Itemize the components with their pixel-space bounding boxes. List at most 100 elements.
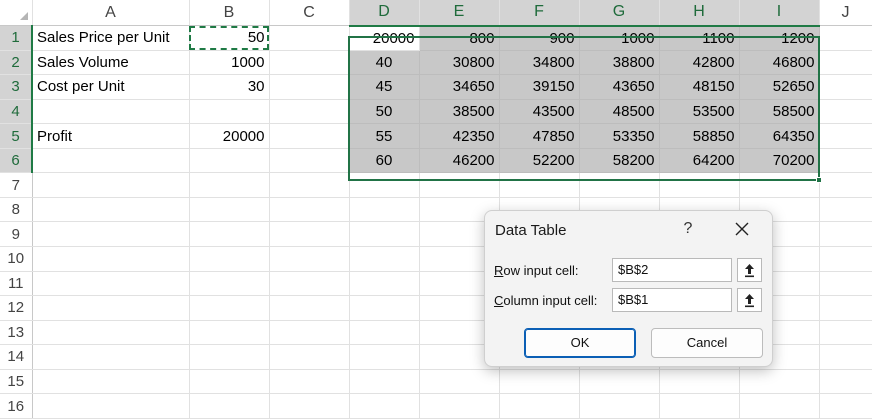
cell-g2[interactable]: 38800 [579,50,660,76]
cell-b9[interactable] [189,221,270,248]
cell-j15[interactable] [819,369,872,395]
cell-i7[interactable] [739,172,820,198]
cell-b10[interactable] [189,246,270,272]
cell-d11[interactable] [349,271,420,297]
cell-a16[interactable] [32,393,190,419]
cell-b11[interactable] [189,271,270,297]
cell-a10[interactable] [32,246,190,272]
cell-g5[interactable]: 53350 [579,123,660,149]
cell-i6[interactable]: 70200 [739,148,820,174]
cell-a11[interactable] [32,271,190,297]
help-button[interactable]: ? [681,220,695,238]
cell-f16[interactable] [499,393,580,419]
cell-b14[interactable] [189,344,270,370]
cell-d4[interactable]: 50 [349,99,420,125]
cell-a7[interactable] [32,172,190,198]
row-input-field[interactable]: $B$2 [612,258,732,282]
cell-j1[interactable] [819,25,872,51]
cell-b4[interactable] [189,99,270,125]
cell-g6[interactable]: 58200 [579,148,660,174]
cell-j14[interactable] [819,344,872,370]
column-input-collapse-button[interactable] [737,288,762,312]
cell-c2[interactable] [269,50,350,76]
cell-h16[interactable] [659,393,740,419]
cell-f4[interactable]: 43500 [499,99,580,125]
cell-g3[interactable]: 43650 [579,74,660,100]
row-header[interactable]: 16 [0,393,33,419]
cell-g15[interactable] [579,369,660,395]
cell-h6[interactable]: 64200 [659,148,740,174]
cell-c11[interactable] [269,271,350,297]
column-input-field[interactable]: $B$1 [612,288,732,312]
column-header-h[interactable]: H [659,0,740,27]
row-header[interactable]: 10 [0,246,33,272]
cell-e6[interactable]: 46200 [419,148,500,174]
column-header-g[interactable]: G [579,0,660,27]
cell-a15[interactable] [32,369,190,395]
cell-e7[interactable] [419,172,500,198]
cell-d8[interactable] [349,197,420,223]
cell-e5[interactable]: 42350 [419,123,500,149]
cell-c13[interactable] [269,320,350,346]
cell-c8[interactable] [269,197,350,223]
fill-handle[interactable] [816,177,822,183]
cell-e4[interactable]: 38500 [419,99,500,125]
cell-f2[interactable]: 34800 [499,50,580,76]
cell-c7[interactable] [269,172,350,198]
cell-a5[interactable]: Profit [32,123,190,149]
cell-a1[interactable]: Sales Price per Unit [32,25,190,51]
cell-i15[interactable] [739,369,820,395]
cell-b13[interactable] [189,320,270,346]
cell-j4[interactable] [819,99,872,125]
cell-f5[interactable]: 47850 [499,123,580,149]
cell-a13[interactable] [32,320,190,346]
cell-j10[interactable] [819,246,872,272]
close-icon[interactable] [733,220,751,238]
cell-a6[interactable] [32,148,190,174]
cell-b2[interactable]: 1000 [189,50,270,76]
row-input-collapse-button[interactable] [737,258,762,282]
cell-d3[interactable]: 45 [349,74,420,100]
cell-g16[interactable] [579,393,660,419]
cell-d14[interactable] [349,344,420,370]
cell-i3[interactable]: 52650 [739,74,820,100]
cell-g7[interactable] [579,172,660,198]
row-header[interactable]: 12 [0,295,33,321]
cell-c15[interactable] [269,369,350,395]
cell-j12[interactable] [819,295,872,321]
row-header[interactable]: 8 [0,197,33,223]
cell-j7[interactable] [819,172,872,198]
cell-c1[interactable] [269,25,350,51]
cell-c10[interactable] [269,246,350,272]
cell-d2[interactable]: 40 [349,50,420,76]
cell-h4[interactable]: 53500 [659,99,740,125]
column-header-c[interactable]: C [269,0,350,27]
cell-a12[interactable] [32,295,190,321]
cell-f3[interactable]: 39150 [499,74,580,100]
cell-c14[interactable] [269,344,350,370]
cell-b15[interactable] [189,369,270,395]
cell-f15[interactable] [499,369,580,395]
cell-i5[interactable]: 64350 [739,123,820,149]
cell-b5[interactable]: 20000 [189,123,270,149]
cell-c12[interactable] [269,295,350,321]
cell-j16[interactable] [819,393,872,419]
cell-e2[interactable]: 30800 [419,50,500,76]
cell-j11[interactable] [819,271,872,297]
cell-e3[interactable]: 34650 [419,74,500,100]
row-header[interactable]: 4 [0,99,33,125]
column-header-i[interactable]: I [739,0,820,27]
cell-h2[interactable]: 42800 [659,50,740,76]
cell-g4[interactable]: 48500 [579,99,660,125]
cell-h3[interactable]: 48150 [659,74,740,100]
cell-b7[interactable] [189,172,270,198]
cell-i16[interactable] [739,393,820,419]
cell-g1[interactable]: 1000 [579,25,660,51]
cell-c6[interactable] [269,148,350,174]
cell-j9[interactable] [819,221,872,248]
cell-i4[interactable]: 58500 [739,99,820,125]
cell-d15[interactable] [349,369,420,395]
cell-d7[interactable] [349,172,420,198]
row-header[interactable]: 2 [0,50,33,76]
row-header[interactable]: 7 [0,172,33,198]
